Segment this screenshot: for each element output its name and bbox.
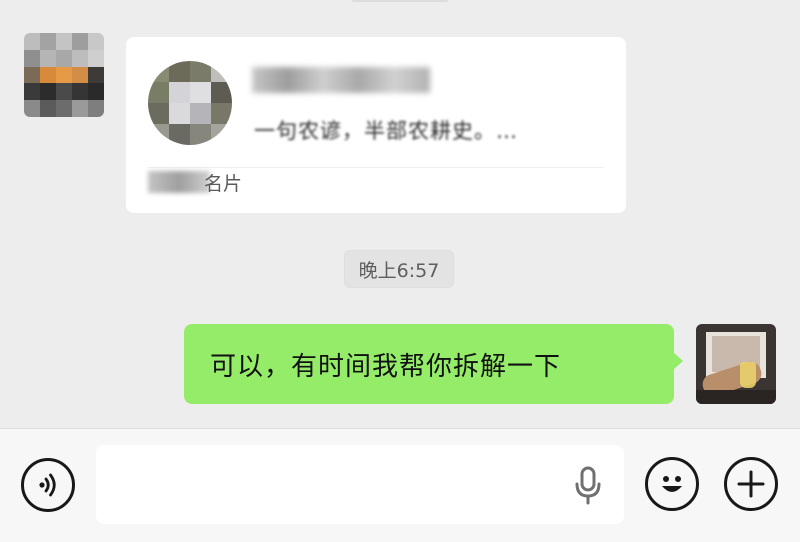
card-name-redacted: [252, 67, 430, 93]
more-button[interactable]: [724, 457, 778, 511]
message-timestamp: 晚上6:57: [344, 250, 454, 288]
avatar-photo-glass: [740, 362, 756, 388]
bubble-tail: [673, 352, 683, 370]
avatar-photo-table: [696, 390, 776, 404]
message-input[interactable]: [96, 445, 624, 524]
card-avatar: [148, 61, 232, 145]
card-description: 一句农谚，半部农耕史。…: [254, 119, 518, 143]
sender-avatar[interactable]: [24, 33, 104, 117]
card-type-label: 名片: [204, 173, 243, 195]
voice-icon: [39, 473, 56, 497]
top-edge-indicator: [352, 0, 448, 2]
business-card-message[interactable]: 一句农谚，半部农耕史。… 名片: [126, 37, 626, 213]
self-avatar[interactable]: [696, 324, 776, 404]
emoji-icon: [662, 476, 682, 492]
outgoing-message-bubble[interactable]: 可以，有时间我帮你拆解一下: [184, 324, 674, 404]
card-type-redacted: [148, 171, 210, 193]
card-divider: [148, 167, 604, 168]
microphone-icon[interactable]: [572, 466, 604, 506]
emoji-button[interactable]: [645, 457, 699, 511]
voice-button[interactable]: [21, 458, 75, 512]
plus-icon: [737, 470, 765, 498]
